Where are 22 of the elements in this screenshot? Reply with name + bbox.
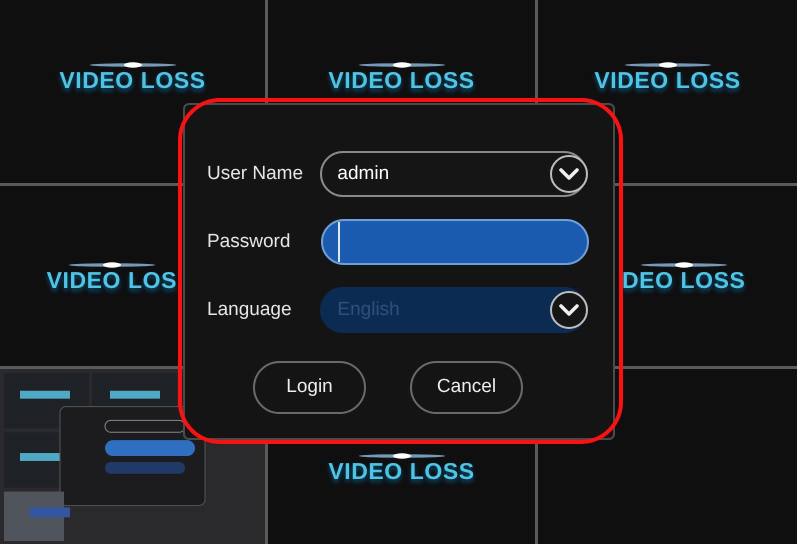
video-loss-text: VIDEO LOSS [59, 69, 206, 92]
light-arc-icon [356, 61, 446, 69]
light-arc-icon [356, 452, 446, 460]
video-loss-text: VIDEO LOSS [328, 69, 475, 92]
video-loss-text: VIDEO LOSS [328, 460, 475, 483]
video-loss-text: DEO LOSS [622, 268, 746, 292]
field-label: Password [207, 230, 292, 254]
light-arc-icon [88, 61, 178, 69]
dialog-button[interactable]: Login [253, 361, 366, 414]
video-loss-text: VIDEO LOSS [594, 69, 741, 92]
field-label: User Name [207, 162, 304, 186]
light-arc-icon [622, 61, 712, 69]
field-value: admin [337, 162, 390, 186]
light-arc-icon [638, 260, 729, 268]
dialog-button[interactable]: Cancel [410, 361, 523, 414]
chevron-down-icon[interactable] [549, 290, 589, 330]
light-arc-icon [66, 260, 157, 268]
video-loss-text: VIDEO LOS [46, 268, 177, 292]
text-cursor [338, 222, 340, 262]
chevron-down-icon[interactable] [549, 154, 589, 194]
field-label: Language [207, 298, 293, 322]
password-field[interactable] [321, 219, 589, 265]
